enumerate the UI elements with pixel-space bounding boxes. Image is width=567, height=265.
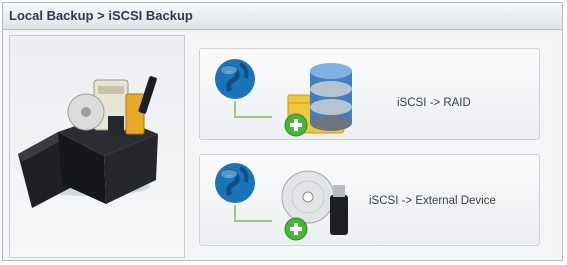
database-icon [310, 63, 352, 131]
page-title: Local Backup > iSCSI Backup [9, 8, 193, 23]
backup-box-illustration [18, 76, 158, 208]
option-label: iSCSI -> RAID [397, 97, 471, 109]
globe-icon [215, 59, 255, 99]
globe-icon [215, 163, 255, 203]
main-pane: iSCSI -> RAID iSCSI -> External Device [187, 35, 559, 258]
plus-icon [284, 217, 308, 241]
plus-icon [284, 113, 308, 137]
option-label: iSCSI -> External Device [369, 195, 496, 207]
sidebar-illustration-pane [9, 35, 185, 258]
disc-icon [281, 170, 335, 224]
option-iscsi-to-raid[interactable]: iSCSI -> RAID [199, 48, 540, 140]
backup-panel: Local Backup > iSCSI Backup iSCSI -> RAI… [2, 2, 563, 261]
option-iscsi-to-external-device[interactable]: iSCSI -> External Device [199, 154, 540, 246]
title-bar: Local Backup > iSCSI Backup [3, 3, 562, 30]
